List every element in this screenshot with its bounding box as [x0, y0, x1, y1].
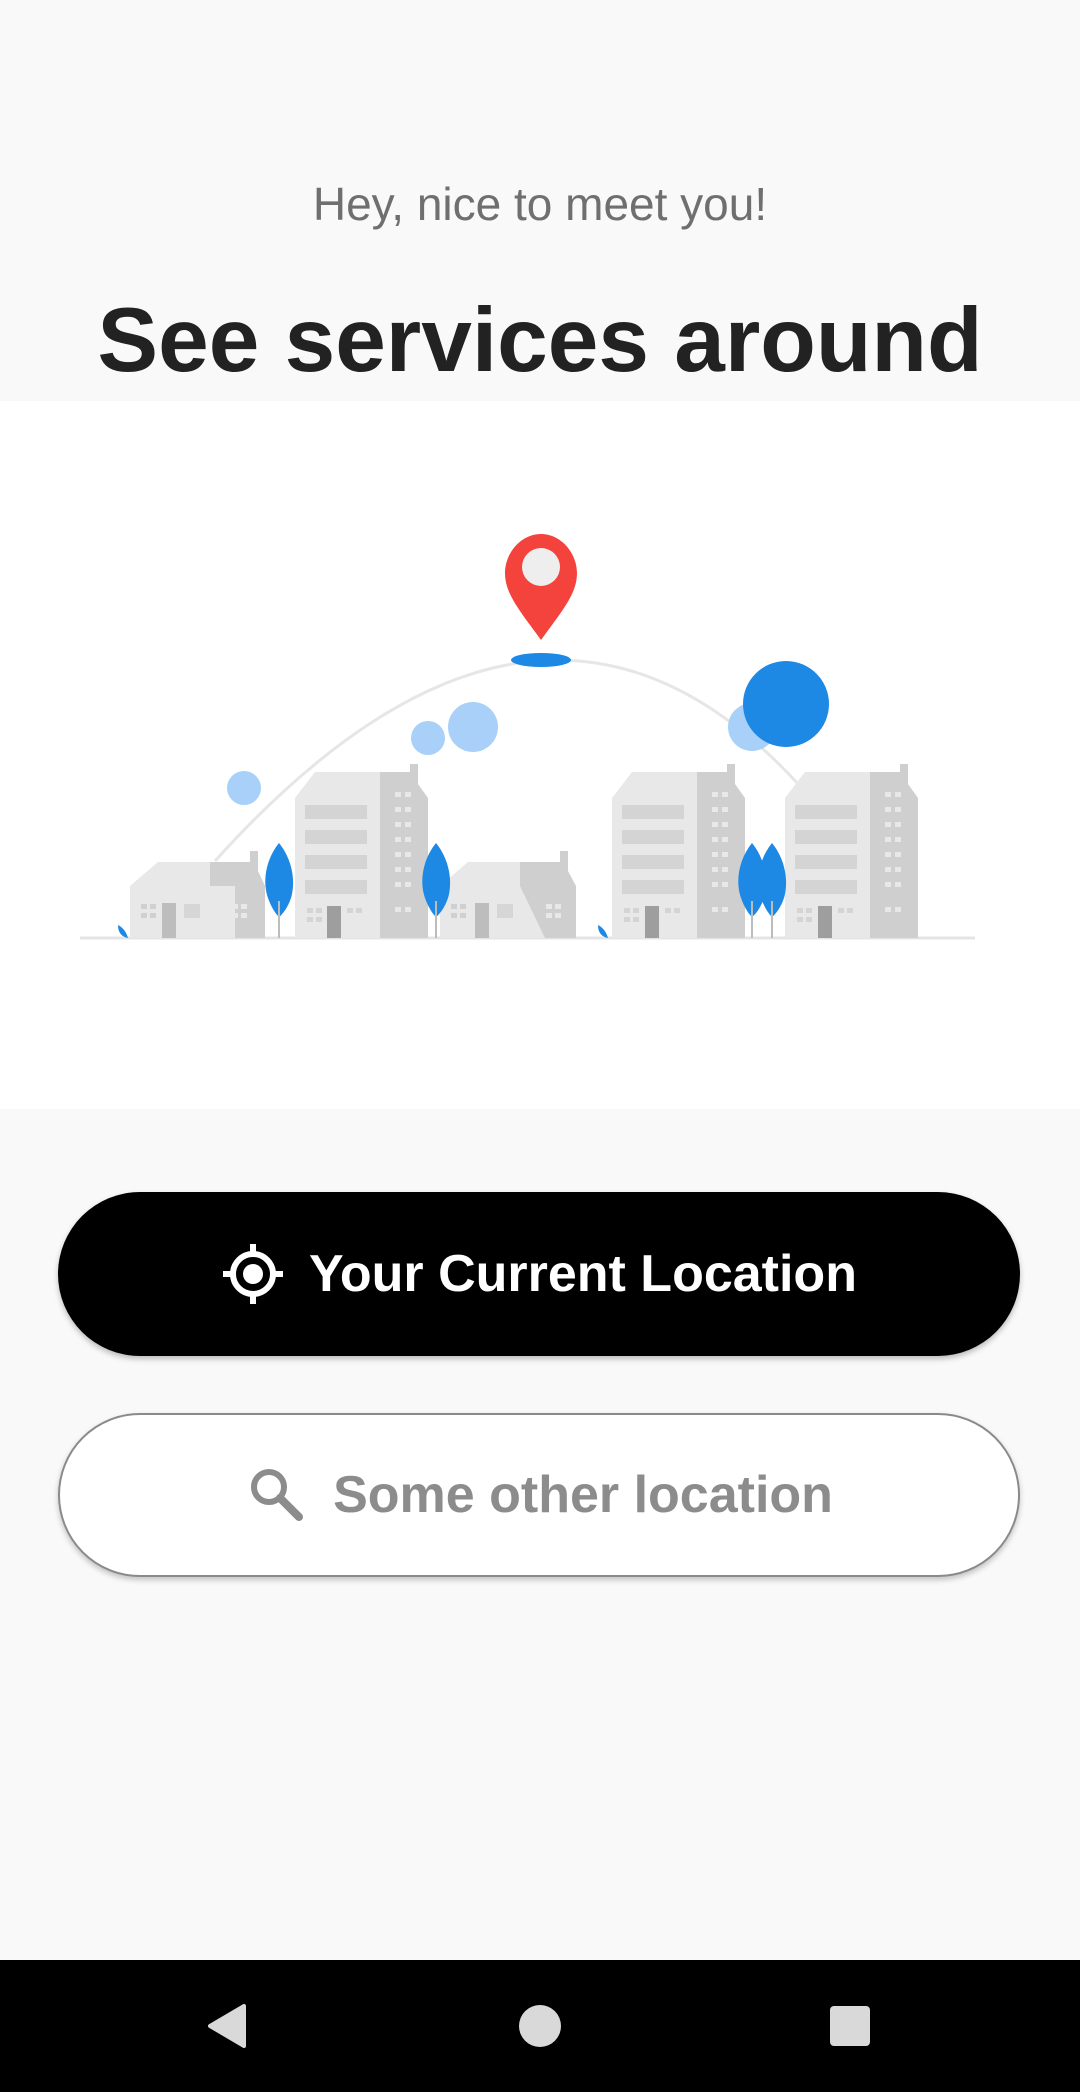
other-location-button[interactable]: Some other location: [58, 1413, 1020, 1577]
building: [785, 764, 918, 938]
pin-shadow: [511, 653, 571, 667]
greeting-text: Hey, nice to meet you!: [312, 178, 768, 230]
building: [612, 764, 745, 938]
city-location-illustration: [0, 401, 1080, 1109]
house: [440, 851, 576, 938]
leaf: [598, 925, 608, 938]
system-navigation-bar: [0, 1960, 1080, 2092]
home-button[interactable]: [470, 1960, 610, 2092]
my-location-icon: [221, 1242, 285, 1306]
current-location-button[interactable]: Your Current Location: [58, 1192, 1020, 1356]
page-title: See services around: [97, 290, 983, 391]
bubble: [411, 721, 445, 755]
bubble: [743, 661, 829, 747]
recents-icon: [830, 2006, 870, 2046]
recents-button[interactable]: [780, 1960, 920, 2092]
current-location-label: Your Current Location: [309, 1245, 857, 1303]
house: [130, 851, 265, 938]
search-icon: [245, 1463, 309, 1527]
leaf: [118, 925, 128, 938]
back-icon: [208, 2004, 246, 2048]
bubble: [448, 702, 498, 752]
home-icon: [519, 2005, 561, 2047]
bubble: [227, 771, 261, 805]
building: [295, 764, 428, 938]
other-location-label: Some other location: [333, 1466, 833, 1524]
tree: [738, 843, 787, 938]
tree: [265, 843, 294, 938]
back-button[interactable]: [158, 1960, 298, 2092]
